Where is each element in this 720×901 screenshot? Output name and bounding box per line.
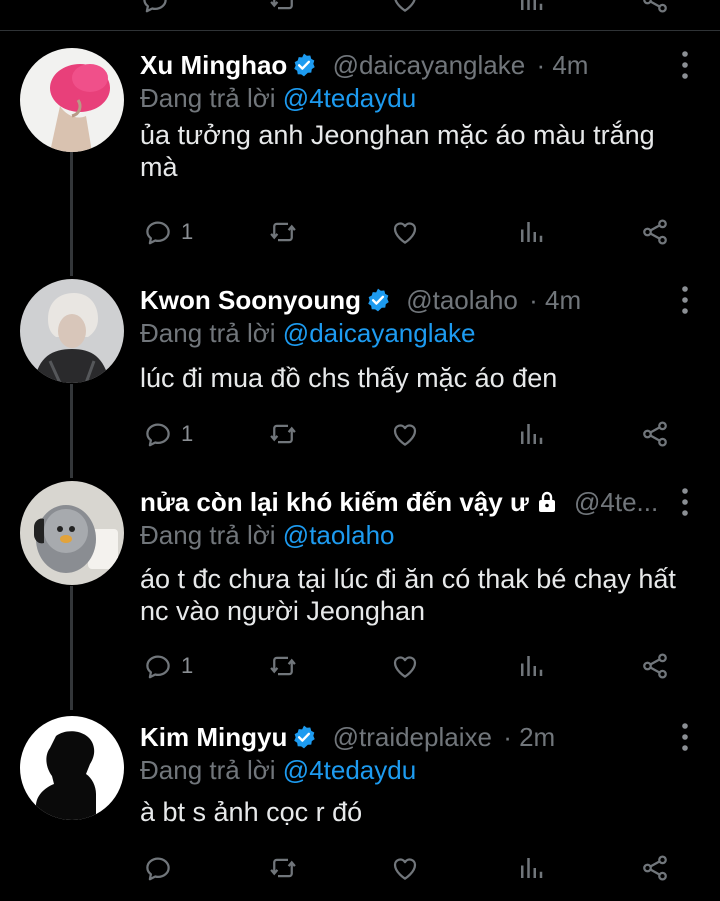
mention-link[interactable]: @taolaho <box>283 520 395 550</box>
like-icon <box>390 853 420 883</box>
retweet-icon <box>268 217 298 247</box>
analytics-button[interactable] <box>516 649 546 683</box>
retweet-button[interactable] <box>268 215 298 249</box>
avatar[interactable] <box>20 716 124 820</box>
display-name[interactable]: Kim Mingyu <box>140 722 287 752</box>
display-name[interactable]: Kwon Soonyoung <box>140 285 361 315</box>
more-options-icon[interactable] <box>678 722 692 752</box>
tweet-header: Xu Minghao @daicayanglake · 4m <box>140 48 660 82</box>
timestamp[interactable]: · 2m <box>503 722 555 752</box>
reply-icon <box>143 419 173 449</box>
tweet-text: lúc đi mua đồ chs thấy mặc áo đen <box>140 363 558 393</box>
avatar[interactable] <box>20 481 124 585</box>
display-name[interactable]: nửa còn lại khó kiếm đến vậy ư <box>140 487 529 517</box>
replying-to-label: Đang trả lời <box>140 520 276 550</box>
tweet-header: Kim Mingyu @traideplaixe · 2m <box>140 720 660 754</box>
thread-line <box>70 586 73 710</box>
reply-count: 1 <box>181 421 194 446</box>
verified-icon <box>291 52 317 78</box>
like-button[interactable] <box>390 215 420 249</box>
username[interactable]: @traideplaixe <box>333 722 492 752</box>
analytics-button[interactable] <box>516 851 546 885</box>
retweet-icon <box>268 853 298 883</box>
replying-to: Đang trả lời @daicayanglake <box>140 316 475 350</box>
tweet-actions: 1 <box>0 417 720 451</box>
analytics-icon <box>516 651 546 681</box>
retweet-button[interactable] <box>268 851 298 885</box>
share-icon <box>640 217 670 247</box>
retweet-icon <box>268 419 298 449</box>
username[interactable]: @taolaho <box>406 285 518 315</box>
tweet-actions: 1 <box>0 215 720 249</box>
tweet-text: ủa tưởng anh Jeonghan mặc áo màu trắng m… <box>140 120 655 182</box>
like-button[interactable] <box>390 649 420 683</box>
like-icon <box>390 651 420 681</box>
reply-button[interactable]: 1 <box>143 417 193 451</box>
more-options-icon[interactable] <box>678 50 692 80</box>
reply-icon[interactable] <box>140 0 170 15</box>
share-button[interactable] <box>640 649 670 683</box>
analytics-button[interactable] <box>516 417 546 451</box>
divider <box>0 30 720 31</box>
tweet-text: à bt s ảnh cọc r đó <box>140 797 363 827</box>
replying-to: Đang trả lời @taolaho <box>140 518 395 552</box>
like-icon <box>390 419 420 449</box>
replying-to: Đang trả lời @4tedaydu <box>140 81 416 115</box>
more-options-icon[interactable] <box>678 487 692 517</box>
tweet-header: nửa còn lại khó kiếm đến vậy ư @4te... <box>140 485 660 519</box>
mention-link[interactable]: @4tedaydu <box>283 755 416 785</box>
mention-link[interactable]: @4tedaydu <box>283 83 416 113</box>
retweet-button[interactable] <box>268 649 298 683</box>
share-icon <box>640 651 670 681</box>
reply-icon <box>143 853 173 883</box>
replying-to-label: Đang trả lời <box>140 755 276 785</box>
analytics-icon <box>516 853 546 883</box>
retweet-icon <box>268 651 298 681</box>
username[interactable]: @daicayanglake <box>333 50 526 80</box>
analytics-button[interactable] <box>516 215 546 249</box>
more-options-icon[interactable] <box>678 285 692 315</box>
reply-button[interactable] <box>143 851 181 885</box>
reply-count: 1 <box>181 219 194 244</box>
tweet-text: áo t đc chưa tại lúc đi ăn có thak bé ch… <box>140 564 676 626</box>
share-icon[interactable] <box>640 0 670 15</box>
retweet-icon[interactable] <box>268 0 298 15</box>
analytics-icon <box>516 217 546 247</box>
replying-to: Đang trả lời @4tedaydu <box>140 753 416 787</box>
display-name[interactable]: Xu Minghao <box>140 50 287 80</box>
like-icon <box>390 217 420 247</box>
mention-link[interactable]: @daicayanglake <box>283 318 476 348</box>
timestamp[interactable]: · 4m <box>529 285 581 315</box>
share-icon <box>640 419 670 449</box>
verified-icon <box>291 724 317 750</box>
like-button[interactable] <box>390 417 420 451</box>
timestamp[interactable]: · 4m <box>536 50 588 80</box>
tweet-actions: 1 <box>0 649 720 683</box>
share-icon <box>640 853 670 883</box>
tweet-header: Kwon Soonyoung @taolaho · 4m <box>140 283 660 317</box>
thread-line <box>70 152 73 276</box>
share-button[interactable] <box>640 851 670 885</box>
reply-button[interactable]: 1 <box>143 649 193 683</box>
share-button[interactable] <box>640 417 670 451</box>
replying-to-label: Đang trả lời <box>140 83 276 113</box>
username[interactable]: @4te... <box>574 487 658 517</box>
share-button[interactable] <box>640 215 670 249</box>
reply-button[interactable]: 1 <box>143 215 193 249</box>
like-button[interactable] <box>390 851 420 885</box>
avatar[interactable] <box>20 279 124 383</box>
replying-to-label: Đang trả lời <box>140 318 276 348</box>
like-icon[interactable] <box>390 0 420 15</box>
verified-icon <box>365 287 391 313</box>
avatar[interactable] <box>20 48 124 152</box>
analytics-icon[interactable] <box>516 0 546 15</box>
reply-icon <box>143 217 173 247</box>
analytics-icon <box>516 419 546 449</box>
reply-count: 1 <box>181 653 194 678</box>
lock-icon <box>535 488 559 512</box>
retweet-button[interactable] <box>268 417 298 451</box>
reply-icon <box>143 651 173 681</box>
tweet-actions <box>0 851 720 885</box>
